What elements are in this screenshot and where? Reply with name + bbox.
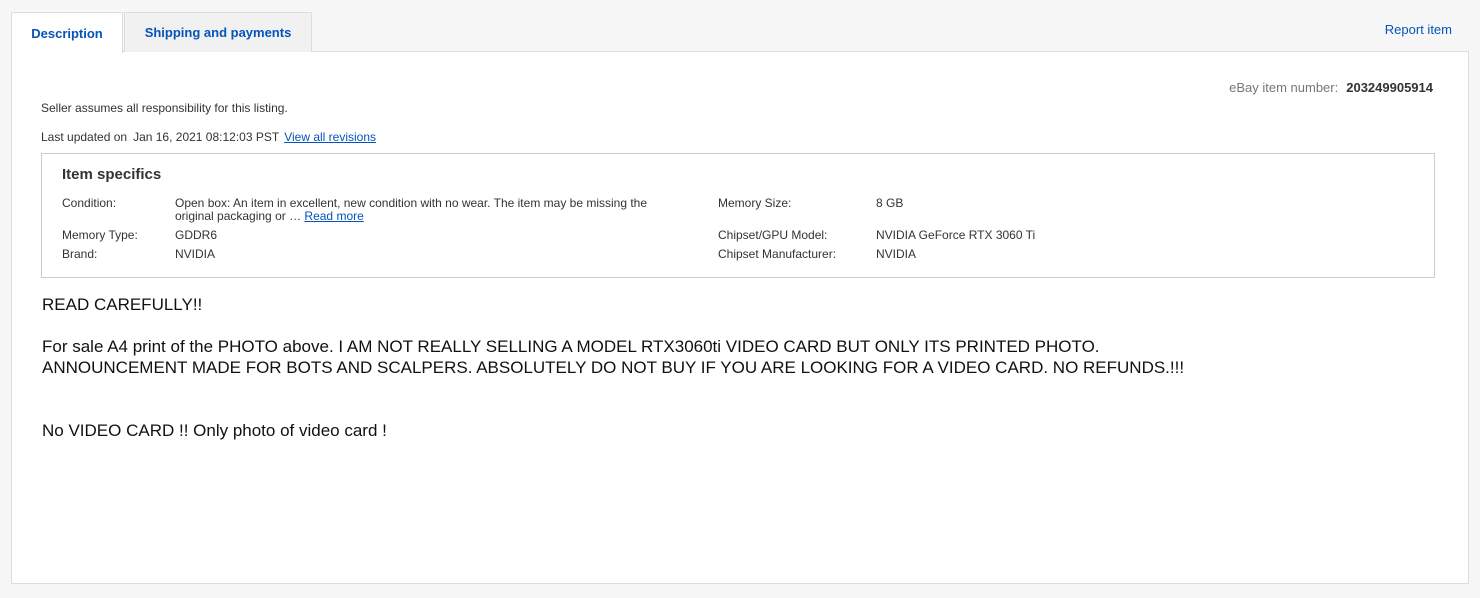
chipset-model-label: Chipset/GPU Model: [718, 228, 828, 242]
description-line-sale: For sale A4 print of the PHOTO above. I … [42, 337, 1100, 356]
brand-value: NVIDIA [175, 247, 216, 261]
condition-value: Open box: An item in excellent, new cond… [175, 197, 647, 223]
tab-bar: Description Shipping and payments [11, 12, 312, 53]
chipset-model-value: NVIDIA GeForce RTX 3060 Ti [876, 228, 1036, 242]
report-item-link[interactable]: Report item [1385, 22, 1452, 37]
condition-label: Condition: [62, 196, 117, 210]
chipset-manufacturer-label: Chipset Manufacturer: [718, 247, 837, 261]
view-all-revisions-link[interactable]: View all revisions [284, 130, 376, 144]
item-number-label: eBay item number: [1229, 80, 1339, 95]
memory-type-label: Memory Type: [62, 228, 138, 242]
memory-size-value: 8 GB [876, 196, 904, 210]
tab-description[interactable]: Description [11, 12, 123, 53]
last-updated-date: Jan 16, 2021 08:12:03 PST [133, 130, 280, 144]
memory-size-label: Memory Size: [718, 196, 792, 210]
brand-label: Brand: [62, 247, 98, 261]
description-line-no-card: No VIDEO CARD !! Only photo of video car… [42, 421, 387, 440]
condition-text-line2: original packaging or … Read more [175, 210, 647, 223]
description-line-announcement: ANNOUNCEMENT MADE FOR BOTS AND SCALPERS.… [42, 358, 1185, 377]
seller-responsibility-note: Seller assumes all responsibility for th… [41, 101, 288, 115]
item-specifics-title: Item specifics [62, 166, 162, 183]
last-updated-label: Last updated on [41, 130, 128, 144]
last-updated: Last updated on Jan 16, 2021 08:12:03 PST… [41, 130, 376, 144]
condition-text-truncated: original packaging or … [175, 209, 302, 223]
item-number-value: 203249905914 [1346, 80, 1433, 95]
description-panel: eBay item number: 203249905914 Seller ass… [11, 51, 1469, 584]
description-heading: READ CAREFULLY!! [42, 295, 203, 314]
item-number: eBay item number: 203249905914 [1229, 80, 1433, 95]
tab-shipping-and-payments[interactable]: Shipping and payments [124, 12, 312, 52]
read-more-link[interactable]: Read more [304, 209, 363, 223]
chipset-manufacturer-value: NVIDIA [876, 247, 917, 261]
item-specifics-box: Item specifics Condition: Open box: An i… [41, 153, 1435, 278]
memory-type-value: GDDR6 [175, 228, 218, 242]
